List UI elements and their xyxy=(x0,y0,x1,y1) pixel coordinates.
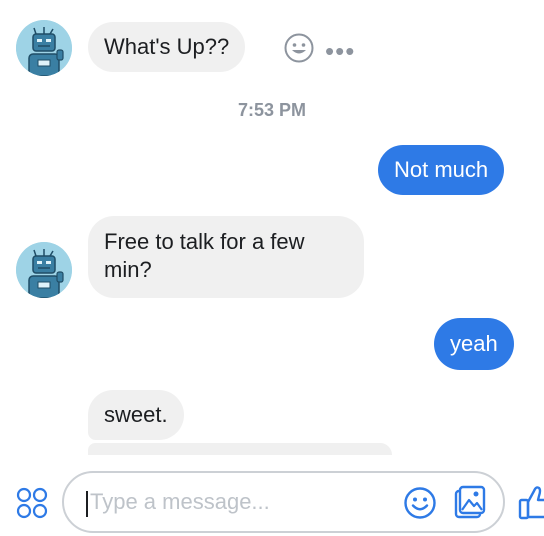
more-options-button[interactable]: ••• xyxy=(325,37,355,65)
robot-avatar-icon xyxy=(16,242,72,298)
message-bubble-incoming[interactable]: sweet. xyxy=(88,390,184,440)
message-text: yeah xyxy=(450,331,498,356)
contact-avatar[interactable] xyxy=(16,242,72,298)
emoji-icon[interactable] xyxy=(403,486,437,525)
robot-avatar-icon xyxy=(16,20,72,76)
message-text-line: Free to talk for a few xyxy=(104,229,305,254)
thumbs-up-icon[interactable] xyxy=(518,483,544,526)
chat-window: What's Up?? ••• 7:53 PM Not much Free to… xyxy=(0,0,544,536)
text-caret xyxy=(86,491,88,517)
message-bubble-incoming[interactable]: Free to talk for a few min? xyxy=(88,216,364,298)
message-input[interactable]: Type a message... xyxy=(62,471,505,533)
contact-avatar[interactable] xyxy=(16,20,72,76)
message-input-placeholder: Type a message... xyxy=(90,489,270,514)
gif-image-icon[interactable] xyxy=(452,485,486,526)
message-composer: Type a message... xyxy=(0,455,544,536)
timestamp: 7:53 PM xyxy=(237,100,307,120)
message-text: sweet. xyxy=(104,402,168,427)
message-bubble-partial xyxy=(88,443,392,455)
message-actions: ••• xyxy=(283,32,355,69)
smiley-face-icon[interactable] xyxy=(283,32,315,69)
message-bubble-incoming[interactable]: What's Up?? xyxy=(88,22,246,72)
message-text-line: min? xyxy=(104,257,152,282)
message-bubble-outgoing[interactable]: Not much xyxy=(378,145,505,195)
message-text: What's Up?? xyxy=(104,34,230,59)
message-bubble-outgoing[interactable]: yeah xyxy=(434,318,514,370)
message-text: Not much xyxy=(394,157,489,182)
apps-grid-icon[interactable] xyxy=(16,487,48,524)
